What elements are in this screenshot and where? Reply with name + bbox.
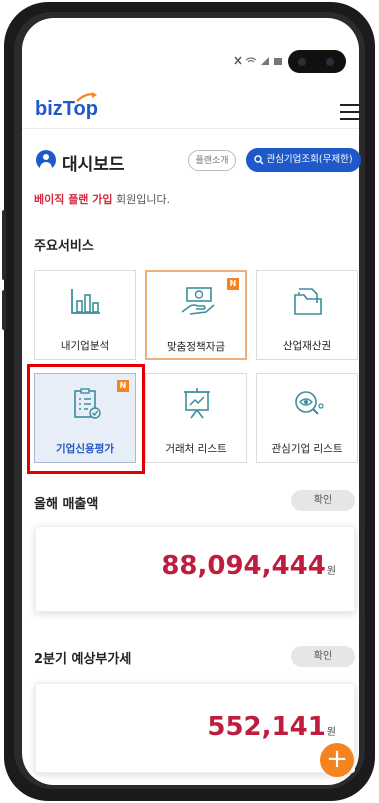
logo-arrow-icon <box>76 92 97 102</box>
plan-name[interactable]: 베이직 플랜 가입 <box>34 193 113 206</box>
tile-industrial-property[interactable]: 산업재산권 <box>256 270 358 360</box>
annual-sales-card: 88,094,444원 <box>35 526 355 612</box>
sales-confirm-button[interactable]: 확인 <box>291 490 355 511</box>
page-title: 대시보드 <box>62 155 125 175</box>
tile-client-list[interactable]: 거래처 리스트 <box>145 373 247 463</box>
new-badge: N <box>227 278 239 290</box>
membership-text: 베이직 플랜 가입 회원입니다. <box>34 191 170 207</box>
tile-policy-funds[interactable]: N 맞춤정책자금 <box>145 270 247 360</box>
tile-label: 산업재산권 <box>282 340 332 352</box>
plan-intro-button[interactable]: 플랜소개 <box>188 150 236 171</box>
add-fab-button[interactable]: + <box>320 743 354 777</box>
phone-side-button <box>2 290 6 330</box>
bar-chart-icon <box>71 289 100 314</box>
tile-label: 맞춤정책자금 <box>167 341 225 353</box>
annual-sales-amount: 88,094,444원 <box>161 551 336 581</box>
search-icon <box>254 154 264 164</box>
vat-amount-value: 552,141 <box>207 712 326 742</box>
tile-label: 관심기업 리스트 <box>271 443 343 455</box>
vat-confirm-button[interactable]: 확인 <box>291 646 355 667</box>
phone-frame: bizTop 대시보드 플랜소개 관심기업조회(무제한) 베이직 플랜 가입 회… <box>0 0 379 803</box>
folder-icon <box>294 288 322 315</box>
phone-side-button <box>2 210 6 280</box>
highlight-box <box>27 364 145 474</box>
money-hand-icon <box>181 287 215 315</box>
vat-estimate-card: 552,141원 <box>35 683 355 773</box>
interest-company-search-button[interactable]: 관심기업조회(무제한) <box>246 148 361 172</box>
membership-suffix: 회원입니다. <box>112 193 171 206</box>
hamburger-menu-icon[interactable] <box>340 104 360 120</box>
tile-label: 거래처 리스트 <box>165 443 227 455</box>
app-header: bizTop <box>22 84 360 129</box>
dashboard-header: 대시보드 플랜소개 관심기업조회(무제한) <box>36 148 366 175</box>
currency-unit: 원 <box>326 566 336 577</box>
annual-sales-title: 올해 매출액 <box>34 497 99 512</box>
tile-interest-company-list[interactable]: 관심기업 리스트 <box>256 373 358 463</box>
presentation-chart-icon <box>184 388 210 419</box>
vat-estimate-title: 2분기 예상부가세 <box>34 652 132 667</box>
search-button-label: 관심기업조회(무제한) <box>266 154 353 165</box>
tile-my-company-analysis[interactable]: 내기업분석 <box>34 270 136 360</box>
biztop-logo[interactable]: bizTop <box>35 92 98 121</box>
vat-amount: 552,141원 <box>207 712 336 742</box>
currency-unit: 원 <box>326 727 336 738</box>
search-eye-icon <box>295 391 324 415</box>
sales-amount-value: 88,094,444 <box>161 551 326 581</box>
user-icon <box>36 150 56 170</box>
tile-label: 내기업분석 <box>60 340 110 352</box>
services-section-title: 주요서비스 <box>34 239 94 254</box>
